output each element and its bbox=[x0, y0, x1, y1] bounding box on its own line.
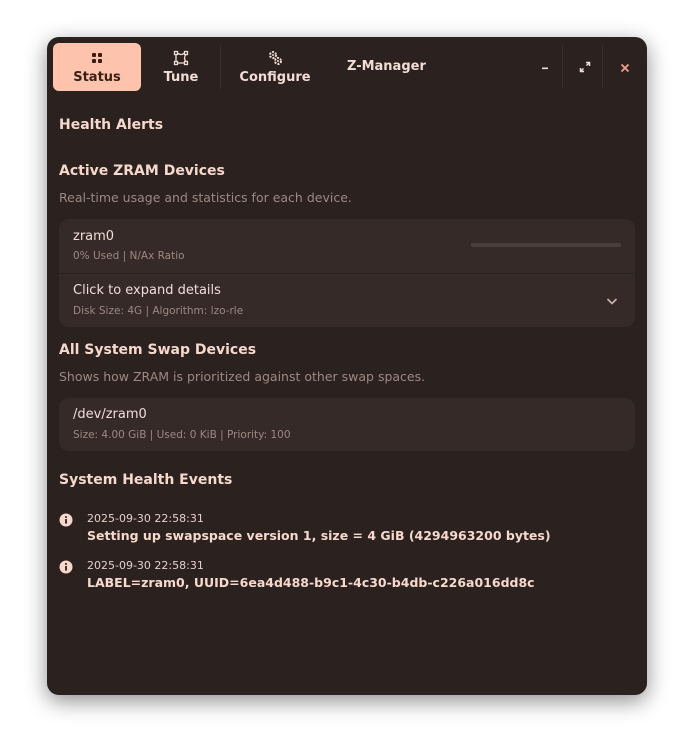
event-timestamp: 2025-09-30 22:58:31 bbox=[87, 512, 204, 525]
swap-subtitle: Shows how ZRAM is prioritized against ot… bbox=[59, 369, 426, 384]
event-item: 2025-09-30 22:58:31 Setting up swapspace… bbox=[59, 512, 635, 546]
event-message: LABEL=zram0, UUID=6ea4d488-b9c1-4c30-b4d… bbox=[87, 575, 535, 590]
info-icon bbox=[59, 512, 73, 527]
header-bar: Status Tune Configure Z-Manager bbox=[47, 37, 647, 97]
window-button-separator bbox=[602, 45, 603, 89]
close-icon bbox=[620, 58, 630, 77]
tab-tune-label: Tune bbox=[163, 70, 199, 85]
tab-configure-label: Configure bbox=[239, 70, 311, 85]
zram-heading: Active ZRAM Devices bbox=[59, 163, 225, 179]
tab-status-label: Status bbox=[73, 70, 121, 85]
chevron-down-icon[interactable] bbox=[605, 293, 619, 307]
swap-device-name: /dev/zram0 bbox=[73, 407, 147, 422]
health-alerts-heading: Health Alerts bbox=[59, 117, 164, 133]
event-item: 2025-09-30 22:58:31 LABEL=zram0, UUID=6e… bbox=[59, 559, 635, 593]
maximize-button[interactable] bbox=[565, 45, 605, 89]
swap-device-card: /dev/zram0 Size: 4.00 GiB | Used: 0 KiB … bbox=[59, 398, 635, 451]
zram-subtitle: Real-time usage and statistics for each … bbox=[59, 190, 352, 205]
event-timestamp: 2025-09-30 22:58:31 bbox=[87, 559, 204, 572]
zram-device-card: zram0 0% Used | N/Ax Ratio Click to expa… bbox=[59, 219, 635, 327]
expander-subtitle: Disk Size: 4G | Algorithm: lzo-rle bbox=[73, 305, 244, 317]
swap-device-details: Size: 4.00 GiB | Used: 0 KiB | Priority:… bbox=[73, 429, 291, 441]
device-name: zram0 bbox=[73, 229, 115, 244]
minimize-icon bbox=[540, 58, 550, 77]
gears-icon bbox=[268, 49, 282, 67]
close-button[interactable] bbox=[605, 45, 645, 89]
tab-tune[interactable]: Tune bbox=[141, 43, 221, 91]
details-expander[interactable]: Click to expand details Disk Size: 4G | … bbox=[59, 274, 635, 327]
tab-separator bbox=[220, 45, 221, 89]
device-usage-summary: 0% Used | N/Ax Ratio bbox=[73, 250, 185, 262]
usage-progress-bar bbox=[471, 243, 621, 247]
tab-configure[interactable]: Configure bbox=[229, 43, 321, 91]
app-window: Status Tune Configure Z-Manager Health A… bbox=[47, 37, 647, 695]
events-heading: System Health Events bbox=[59, 472, 233, 488]
window-button-separator bbox=[562, 45, 563, 89]
event-message: Setting up swapspace version 1, size = 4… bbox=[87, 528, 551, 543]
window-title: Z-Manager bbox=[347, 59, 426, 74]
zram-device-row: zram0 0% Used | N/Ax Ratio bbox=[59, 219, 635, 273]
swap-heading: All System Swap Devices bbox=[59, 342, 257, 358]
info-icon bbox=[59, 559, 73, 574]
expander-title: Click to expand details bbox=[73, 283, 221, 298]
maximize-icon bbox=[579, 58, 591, 77]
vector-tune-icon bbox=[173, 49, 189, 67]
tab-status[interactable]: Status bbox=[53, 43, 141, 91]
minimize-button[interactable] bbox=[525, 45, 565, 89]
grid-icon bbox=[91, 49, 103, 67]
